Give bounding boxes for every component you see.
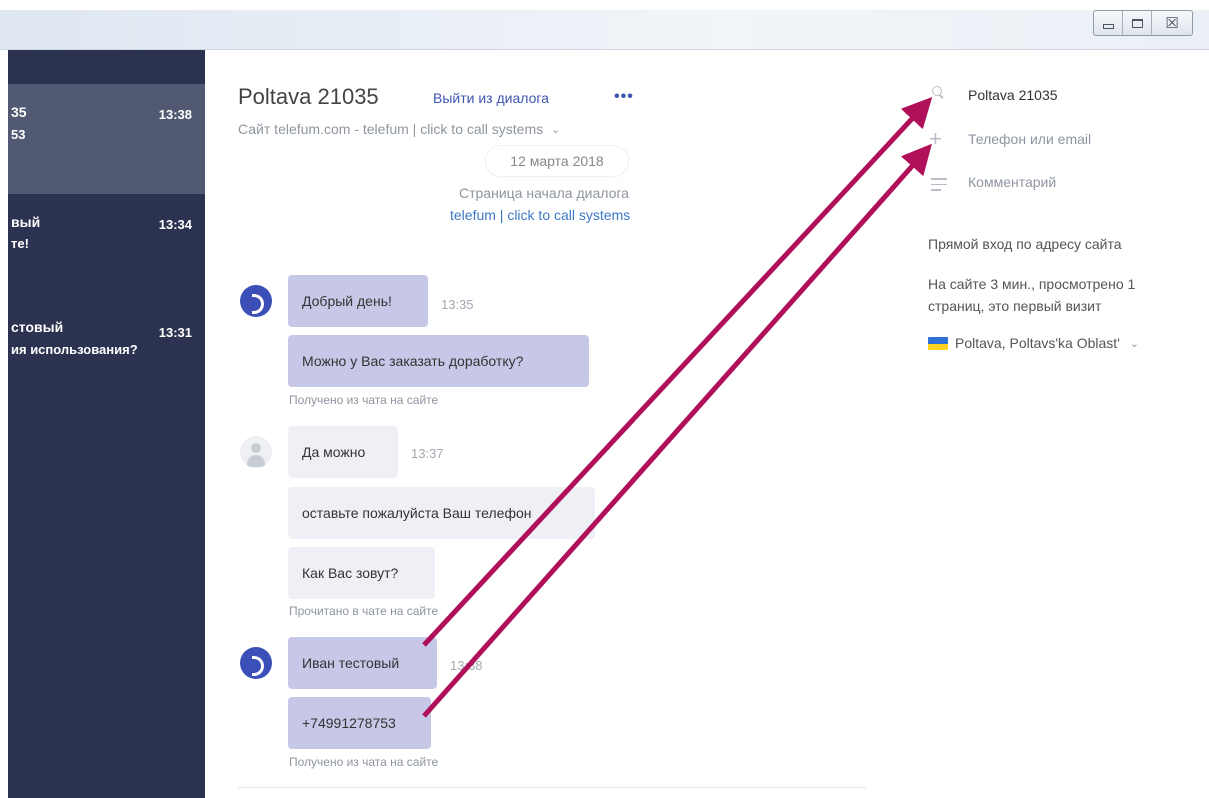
conversation-item[interactable]: стовый ия использования? 13:31	[8, 304, 205, 414]
message-status-note: Прочитано в чате на сайте	[289, 604, 439, 618]
conversation-sidebar: 35 53 13:38 вый те! 13:34 стовый ия испо…	[0, 50, 205, 798]
message-bubble: Добрый день!	[288, 275, 428, 327]
comment-icon	[931, 178, 947, 195]
phone-email-field[interactable]: Телефон или email	[968, 131, 1091, 147]
conversation-name: стовый	[11, 319, 64, 335]
message-bubble: Иван тестовый	[288, 637, 437, 689]
comment-field[interactable]: Комментарий	[968, 174, 1056, 190]
conversation-preview: те!	[11, 236, 29, 251]
conversation-time: 13:31	[158, 325, 192, 340]
window-controls: ☒	[1093, 10, 1193, 36]
visit-info-line2: страниц, это первый визит	[928, 298, 1102, 314]
site-source[interactable]: Сайт telefum.com - telefum | click to ca…	[238, 121, 560, 137]
date-separator: 12 марта 2018	[486, 146, 628, 176]
ukraine-flag-icon	[928, 337, 948, 350]
start-page-label: Страница начала диалога	[459, 185, 629, 201]
location-selector[interactable]: Poltava, Poltavs'ka Oblast' ⌄	[955, 335, 1139, 351]
conversation-item[interactable]: вый те! 13:34	[8, 194, 205, 304]
message-status-note: Получено из чата на сайте	[289, 755, 439, 769]
chevron-down-icon: ⌄	[1129, 338, 1139, 350]
entry-source: Прямой вход по адресу сайта	[928, 236, 1122, 252]
conversation-item[interactable]: 35 53 13:38	[8, 84, 205, 194]
site-source-label: Сайт telefum.com - telefum | click to ca…	[238, 121, 544, 137]
maximize-icon	[1131, 18, 1143, 28]
message-bubble: +74991278753	[288, 697, 431, 749]
start-page-link[interactable]: telefum | click to call systems	[450, 207, 630, 223]
conversation-preview: 53	[11, 127, 26, 142]
visit-info-line1: На сайте 3 мин., просмотрено 1	[928, 276, 1136, 292]
message-bubble: Да можно	[288, 426, 398, 478]
close-button[interactable]: ☒	[1152, 11, 1192, 35]
arrow-phone-to-field	[422, 143, 932, 718]
message-time: 13:38	[450, 658, 483, 673]
plus-icon: +	[929, 126, 942, 151]
leave-dialog-link[interactable]: Выйти из диалога	[433, 90, 549, 106]
operator-avatar	[240, 647, 272, 679]
message-bubble: оставьте пожалуйста Ваш телефон	[288, 487, 595, 539]
conversation-name: 35	[11, 104, 27, 120]
conversation-name: вый	[11, 214, 41, 230]
composer-divider	[238, 787, 866, 788]
location-label: Poltava, Poltavs'ka Oblast'	[955, 335, 1120, 351]
conversation-time: 13:38	[158, 107, 192, 122]
visitor-name-field[interactable]: Poltava 21035	[968, 87, 1058, 103]
conversation-preview: ия использования?	[11, 342, 138, 357]
maximize-button[interactable]	[1123, 11, 1152, 35]
message-time: 13:35	[441, 297, 474, 312]
window-top-edge	[0, 0, 1209, 10]
message-status-note: Получено из чата на сайте	[289, 393, 439, 407]
message-bubble: Как Вас зовут?	[288, 547, 435, 599]
message-bubble: Можно у Вас заказать доработку?	[288, 335, 589, 387]
close-icon: ☒	[1165, 13, 1179, 32]
chevron-down-icon: ⌄	[551, 124, 561, 136]
more-options-icon[interactable]: •••	[614, 88, 634, 106]
minimize-button[interactable]	[1094, 11, 1123, 35]
chat-title: Poltava 21035	[238, 84, 379, 109]
search-icon	[932, 86, 944, 98]
operator-avatar	[240, 285, 272, 317]
message-time: 13:37	[411, 446, 444, 461]
minimize-icon	[1102, 23, 1114, 29]
visitor-avatar	[240, 436, 272, 468]
conversation-time: 13:34	[158, 217, 192, 232]
